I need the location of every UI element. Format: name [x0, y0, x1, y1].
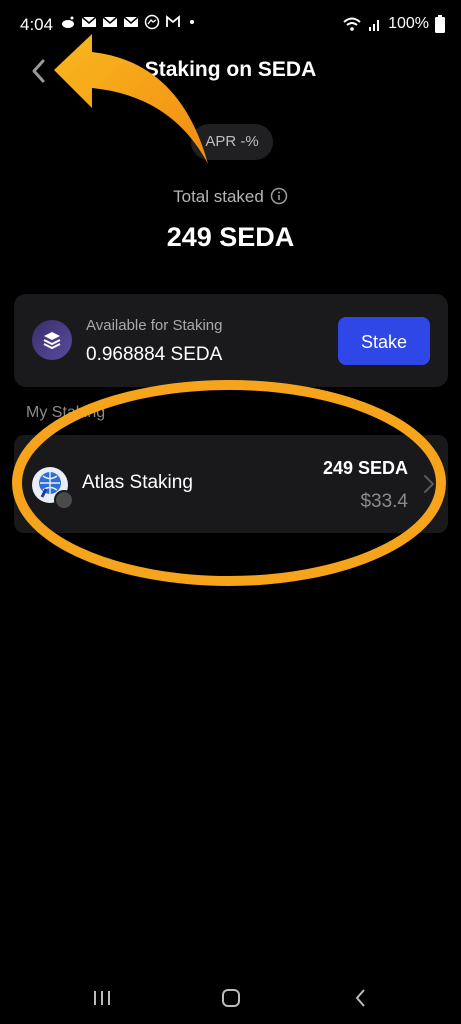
mail-icon [123, 16, 139, 27]
battery-percent: 100% [388, 15, 429, 32]
status-right: 100% [342, 15, 445, 33]
total-staked-label: Total staked [0, 187, 461, 207]
recent-apps-icon[interactable] [87, 984, 117, 1012]
info-icon[interactable] [270, 187, 288, 205]
my-staking-label: My Staking [26, 404, 106, 421]
staked-amount: 249 SEDA [322, 458, 408, 478]
apr-badge: APR -% [191, 124, 273, 160]
staking-badge-icon [54, 490, 74, 510]
back-nav-icon[interactable] [346, 984, 376, 1012]
battery-icon [435, 15, 445, 33]
reddit-icon [62, 16, 74, 28]
dot-icon [190, 20, 194, 24]
total-staked-value: 249 SEDA [166, 222, 295, 252]
notification-icons [60, 14, 202, 30]
gmail-icon [166, 15, 180, 27]
page-title: Staking on SEDA [144, 58, 317, 81]
status-bar: 4:04 100% [0, 0, 461, 48]
chevron-right-icon [424, 475, 435, 493]
header: Staking on SEDA [0, 52, 461, 90]
layers-icon [32, 320, 72, 360]
available-value: 0.968884 SEDA [86, 344, 223, 365]
home-icon[interactable] [216, 984, 246, 1012]
staked-usd-value: $33.4 [360, 491, 408, 512]
staking-position-row[interactable]: Atlas Staking 249 SEDA $33.4 [14, 435, 448, 533]
wifi-icon [343, 17, 361, 31]
messenger-icon [144, 14, 160, 30]
available-label: Available for Staking [86, 317, 223, 334]
signal-icon [369, 20, 380, 31]
status-time: 4:04 [20, 15, 54, 34]
system-nav-bar [0, 970, 461, 1024]
validator-name: Atlas Staking [82, 472, 193, 493]
layers-glyph [43, 332, 61, 350]
total-staked-label-text: Total staked [173, 187, 264, 206]
stake-button[interactable]: Stake [338, 317, 430, 365]
mail-icon [102, 16, 118, 27]
mail-icon [81, 16, 97, 27]
available-staking-card: Available for Staking 0.968884 SEDA Stak… [14, 294, 448, 387]
